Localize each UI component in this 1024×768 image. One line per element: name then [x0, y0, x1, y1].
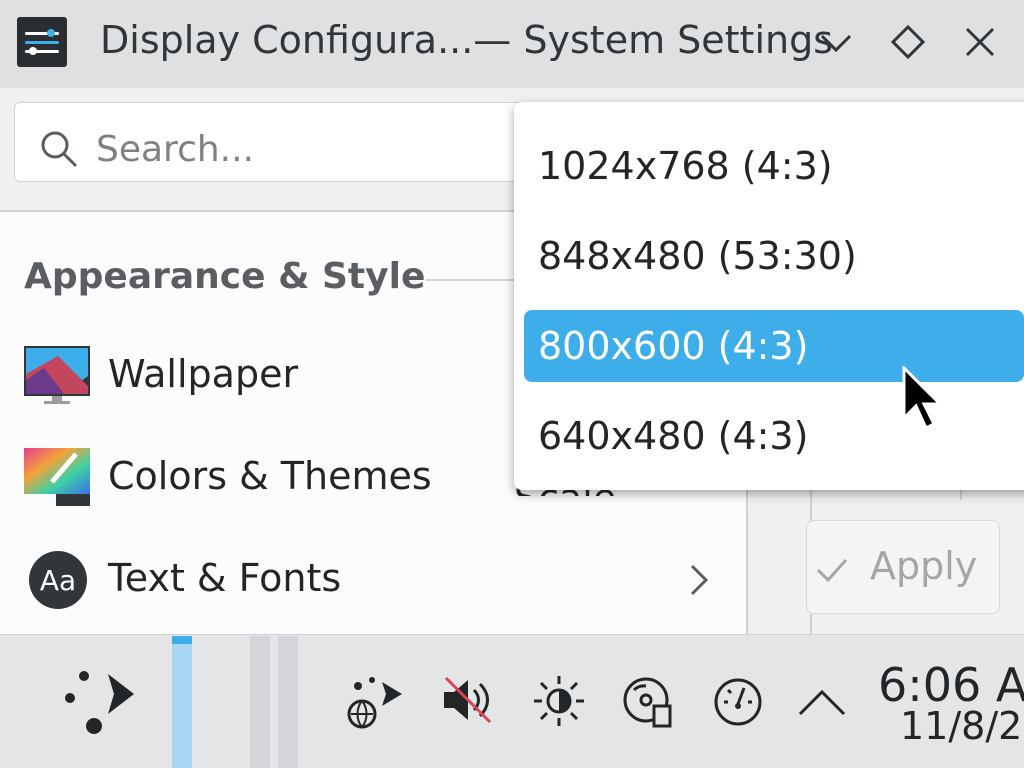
checkmark-icon [816, 558, 848, 583]
window-title: Display Configura...— System Settings [100, 18, 834, 62]
network-icon[interactable] [346, 674, 404, 732]
resolution-option[interactable]: 1024x768 (4:3) [524, 130, 1024, 202]
chevron-right-icon [690, 564, 709, 596]
app-launcher-icon[interactable] [62, 664, 140, 740]
brightness-icon[interactable] [532, 674, 586, 728]
task-separator [278, 636, 298, 768]
svg-text:Aa: Aa [40, 564, 76, 597]
expand-tray-icon[interactable] [796, 684, 848, 720]
disk-icon[interactable] [622, 676, 676, 730]
search-input[interactable] [96, 124, 496, 174]
taskbar [0, 634, 1024, 768]
section-title: Appearance & Style [24, 256, 426, 297]
diamond-icon[interactable] [888, 22, 928, 62]
resolution-option[interactable]: 640x480 (4:3) [524, 400, 1024, 472]
wallpaper-icon [24, 346, 90, 404]
sidebar-item-label: Wallpaper [108, 352, 299, 396]
task-separator [250, 636, 270, 768]
search-icon [41, 131, 78, 168]
clock-date[interactable]: 11/8/24 [900, 704, 1024, 748]
panel-divider [746, 478, 748, 634]
chevron-down-icon[interactable] [816, 22, 856, 62]
sidebar-item-label: Text & Fonts [108, 556, 342, 600]
close-icon[interactable] [960, 22, 1000, 62]
resolution-option-selected[interactable]: 800x600 (4:3) [524, 310, 1024, 382]
power-profile-icon[interactable] [712, 676, 764, 728]
volume-muted-icon[interactable] [440, 672, 496, 728]
active-task-indicator[interactable] [172, 636, 192, 768]
section-divider [426, 279, 526, 281]
resolution-option[interactable]: 848x480 (53:30) [524, 220, 1024, 292]
colors-themes-icon [24, 448, 90, 506]
sidebar-item-label: Colors & Themes [108, 454, 432, 498]
settings-sliders-icon [17, 17, 67, 67]
text-fonts-icon: Aa [29, 551, 87, 609]
apply-label: Apply [870, 544, 978, 588]
mouse-cursor-icon [902, 366, 944, 431]
